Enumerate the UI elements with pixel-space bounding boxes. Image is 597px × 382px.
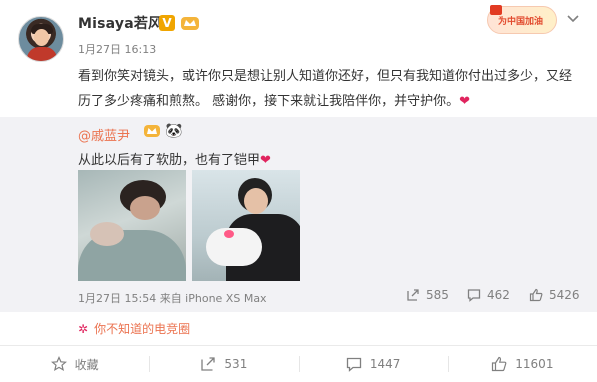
share-icon: [407, 289, 419, 301]
chevron-down-icon[interactable]: [566, 14, 580, 24]
share-button[interactable]: 531: [149, 346, 298, 382]
favorite-button[interactable]: 收藏: [0, 346, 149, 382]
repost-text-body: 从此以后有了软肋，也有了铠甲: [78, 153, 261, 168]
repost-meta[interactable]: 1月27日 15:54 来自 iPhone XS Max: [78, 290, 267, 306]
flower-icon: ✲: [78, 321, 89, 336]
repost-like-count: 5426: [549, 288, 580, 302]
like-button[interactable]: 11601: [447, 346, 597, 382]
avatar[interactable]: [18, 16, 64, 62]
repost-like-button[interactable]: 5426: [529, 288, 580, 302]
like-icon: [492, 356, 507, 372]
repost-author[interactable]: @戚蓝尹: [78, 125, 130, 144]
repost-text: 从此以后有了软肋，也有了铠甲❤: [78, 149, 271, 168]
like-count: 11601: [515, 357, 554, 371]
action-bar: 收藏 531 1447 11601: [0, 346, 597, 382]
share-icon: [201, 357, 216, 371]
post-author[interactable]: Misaya若风: [78, 13, 162, 33]
repost-card[interactable]: @戚蓝尹 🐼 从此以后有了软肋，也有了铠甲❤ 1月27日 15:54 来自 iP…: [0, 117, 597, 312]
comment-count: 1447: [369, 357, 401, 371]
crown-icon: [181, 17, 199, 30]
comment-button[interactable]: 1447: [298, 346, 448, 382]
like-icon: [529, 288, 543, 302]
share-count: 531: [224, 357, 248, 371]
star-icon: [50, 356, 67, 372]
heart-icon: ❤: [260, 153, 271, 168]
favorite-label: 收藏: [74, 357, 99, 372]
repost-share-count: 585: [426, 288, 449, 302]
post-text: 看到你笑对镜头，或许你只是想让别人知道你还好，但只有我知道你付出过多少，又经历了…: [78, 64, 578, 114]
source-link[interactable]: ✲ 你不知道的电竞圈: [78, 320, 190, 337]
promo-badge[interactable]: 为中国加油: [487, 5, 557, 34]
heart-icon: ❤: [459, 94, 471, 109]
post-timestamp[interactable]: 1月27日 16:13: [78, 41, 156, 57]
repost-photo-1[interactable]: [78, 170, 186, 281]
vip-v-icon: V: [159, 15, 175, 31]
repost-comment-count: 462: [487, 288, 510, 302]
repost-comment-button[interactable]: 462: [467, 288, 510, 302]
crown-icon: [144, 125, 160, 137]
comment-icon: [346, 357, 361, 372]
repost-photo-2[interactable]: [192, 170, 300, 281]
post-text-body: 看到你笑对镜头，或许你只是想让别人知道你还好，但只有我知道你付出过多少，又经历了…: [78, 69, 573, 109]
source-label: 你不知道的电竞圈: [94, 322, 191, 336]
panda-icon: 🐼: [165, 123, 183, 139]
repost-share-button[interactable]: 585: [406, 288, 449, 302]
promo-badge-label: 为中国加油: [498, 17, 544, 27]
comment-icon: [467, 289, 481, 302]
